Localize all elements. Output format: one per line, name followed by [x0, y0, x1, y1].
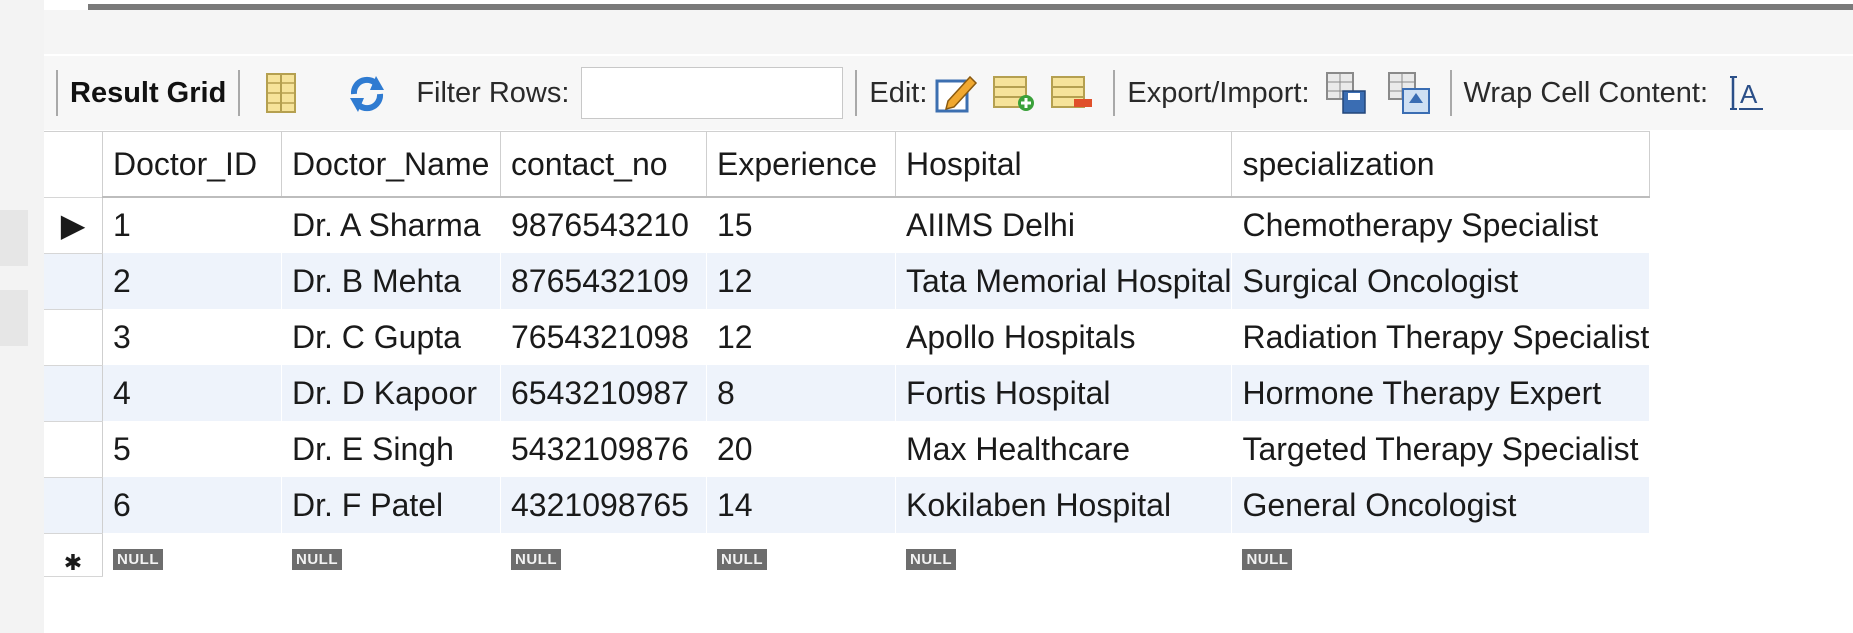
cell-doctor-id[interactable]: 3	[102, 309, 282, 365]
table-row[interactable]: ▶ 1 Dr. A Sharma 9876543210 15 AIIMS Del…	[44, 197, 1651, 254]
export-icon[interactable]	[1324, 70, 1370, 116]
result-grid: Doctor_ID Doctor_Name contact_no Experie…	[44, 131, 1651, 577]
cell-contact-no[interactable]: 7654321098	[500, 309, 707, 365]
cell-contact-no[interactable]: NULL	[500, 533, 707, 576]
table-row[interactable]: 4 Dr. D Kapoor 6543210987 8 Fortis Hospi…	[44, 365, 1651, 422]
cell-hospital[interactable]: Apollo Hospitals	[895, 309, 1233, 365]
cell-specialization[interactable]: Targeted Therapy Specialist	[1231, 421, 1651, 477]
column-header-hospital[interactable]: Hospital	[895, 131, 1233, 198]
wrap-cell-icon[interactable]: A	[1724, 70, 1770, 116]
cell-hospital[interactable]: Kokilaben Hospital	[895, 477, 1233, 533]
cell-doctor-name[interactable]: NULL	[281, 533, 501, 576]
edit-label: Edit:	[869, 76, 928, 109]
side-panel-tab[interactable]	[0, 290, 28, 346]
null-badge: NULL	[113, 549, 163, 570]
column-header-experience[interactable]: Experience	[706, 131, 896, 198]
top-area	[44, 10, 1853, 54]
cell-doctor-name[interactable]: Dr. A Sharma	[281, 197, 501, 253]
row-header[interactable]	[44, 421, 103, 478]
cell-hospital[interactable]: Tata Memorial Hospital	[895, 253, 1233, 309]
left-side-panel	[0, 0, 44, 633]
cell-specialization[interactable]: Surgical Oncologist	[1231, 253, 1651, 309]
cell-specialization[interactable]: Radiation Therapy Specialist	[1231, 309, 1651, 365]
cell-hospital[interactable]: Fortis Hospital	[895, 365, 1233, 421]
filter-rows-label: Filter Rows:	[416, 76, 570, 109]
toolbar-separator	[56, 70, 58, 116]
result-toolbar: Result Grid Filter Rows: Edit: Export/Im…	[44, 56, 1853, 130]
cell-experience[interactable]: 12	[706, 253, 896, 309]
cell-experience[interactable]: 15	[706, 197, 896, 253]
toolbar-separator	[1113, 70, 1116, 116]
null-badge: NULL	[292, 549, 342, 570]
cell-doctor-id[interactable]: 2	[102, 253, 282, 309]
cell-experience[interactable]: 20	[706, 421, 896, 477]
row-header[interactable]	[44, 253, 103, 310]
cell-doctor-id[interactable]: NULL	[102, 533, 282, 576]
null-badge: NULL	[511, 549, 561, 570]
cell-experience[interactable]: 8	[706, 365, 896, 421]
cell-hospital[interactable]: NULL	[895, 533, 1233, 576]
cell-experience[interactable]: NULL	[706, 533, 896, 576]
cell-doctor-name[interactable]: Dr. E Singh	[281, 421, 501, 477]
row-header[interactable]	[44, 477, 103, 534]
null-badge: NULL	[717, 549, 767, 570]
cell-doctor-name[interactable]: Dr. B Mehta	[281, 253, 501, 309]
column-header-doctor-id[interactable]: Doctor_ID	[102, 131, 282, 198]
table-row[interactable]: 5 Dr. E Singh 5432109876 20 Max Healthca…	[44, 421, 1651, 478]
export-import-label: Export/Import:	[1127, 76, 1310, 109]
cell-contact-no[interactable]: 9876543210	[500, 197, 707, 253]
wrap-cell-label: Wrap Cell Content:	[1463, 76, 1709, 109]
table-row[interactable]: 6 Dr. F Patel 4321098765 14 Kokilaben Ho…	[44, 477, 1651, 534]
cell-contact-no[interactable]: 4321098765	[500, 477, 707, 533]
column-header-contact-no[interactable]: contact_no	[500, 131, 707, 198]
cell-doctor-id[interactable]: 6	[102, 477, 282, 533]
cell-contact-no[interactable]: 5432109876	[500, 421, 707, 477]
column-header-specialization[interactable]: specialization	[1231, 131, 1651, 198]
form-view-icon[interactable]	[258, 70, 304, 116]
new-row-marker-icon[interactable]: ✱	[44, 533, 103, 577]
cell-hospital[interactable]: Max Healthcare	[895, 421, 1233, 477]
row-header[interactable]	[44, 309, 103, 366]
cell-doctor-id[interactable]: 4	[102, 365, 282, 421]
insert-row-icon[interactable]	[991, 70, 1037, 116]
toolbar-separator	[1449, 70, 1452, 116]
new-row[interactable]: ✱ NULL NULL NULL NULL NULL NULL	[44, 533, 1651, 577]
grid-header-row: Doctor_ID Doctor_Name contact_no Experie…	[44, 131, 1651, 198]
cell-contact-no[interactable]: 8765432109	[500, 253, 707, 309]
toolbar-separator	[238, 70, 241, 116]
null-badge: NULL	[906, 549, 956, 570]
delete-row-icon[interactable]	[1049, 70, 1095, 116]
refresh-icon[interactable]	[344, 70, 390, 116]
cell-contact-no[interactable]: 6543210987	[500, 365, 707, 421]
filter-rows-input[interactable]	[581, 67, 844, 119]
toolbar-separator	[855, 70, 858, 116]
table-row[interactable]: 2 Dr. B Mehta 8765432109 12 Tata Memoria…	[44, 253, 1651, 310]
cell-doctor-name[interactable]: Dr. C Gupta	[281, 309, 501, 365]
cell-doctor-id[interactable]: 5	[102, 421, 282, 477]
cell-specialization[interactable]: NULL	[1231, 533, 1651, 576]
side-panel-tab[interactable]	[0, 210, 28, 266]
edit-cell-icon[interactable]	[933, 70, 979, 116]
result-grid-tab[interactable]: Result Grid	[70, 77, 226, 110]
table-row[interactable]: 3 Dr. C Gupta 7654321098 12 Apollo Hospi…	[44, 309, 1651, 366]
null-badge: NULL	[1242, 549, 1293, 570]
current-row-marker-icon[interactable]: ▶	[44, 197, 103, 254]
import-icon[interactable]	[1386, 70, 1432, 116]
cell-hospital[interactable]: AIIMS Delhi	[895, 197, 1233, 253]
column-header-doctor-name[interactable]: Doctor_Name	[281, 131, 501, 198]
cell-experience[interactable]: 12	[706, 309, 896, 365]
grid-empty-area	[44, 590, 1853, 633]
cell-specialization[interactable]: General Oncologist	[1231, 477, 1651, 533]
row-header[interactable]	[44, 365, 103, 422]
cell-specialization[interactable]: Chemotherapy Specialist	[1231, 197, 1651, 253]
cell-doctor-name[interactable]: Dr. D Kapoor	[281, 365, 501, 421]
cell-doctor-name[interactable]: Dr. F Patel	[281, 477, 501, 533]
cell-experience[interactable]: 14	[706, 477, 896, 533]
cell-doctor-id[interactable]: 1	[102, 197, 282, 253]
svg-text:A: A	[1740, 79, 1758, 109]
cell-specialization[interactable]: Hormone Therapy Expert	[1231, 365, 1651, 421]
row-header-corner[interactable]	[44, 131, 103, 198]
